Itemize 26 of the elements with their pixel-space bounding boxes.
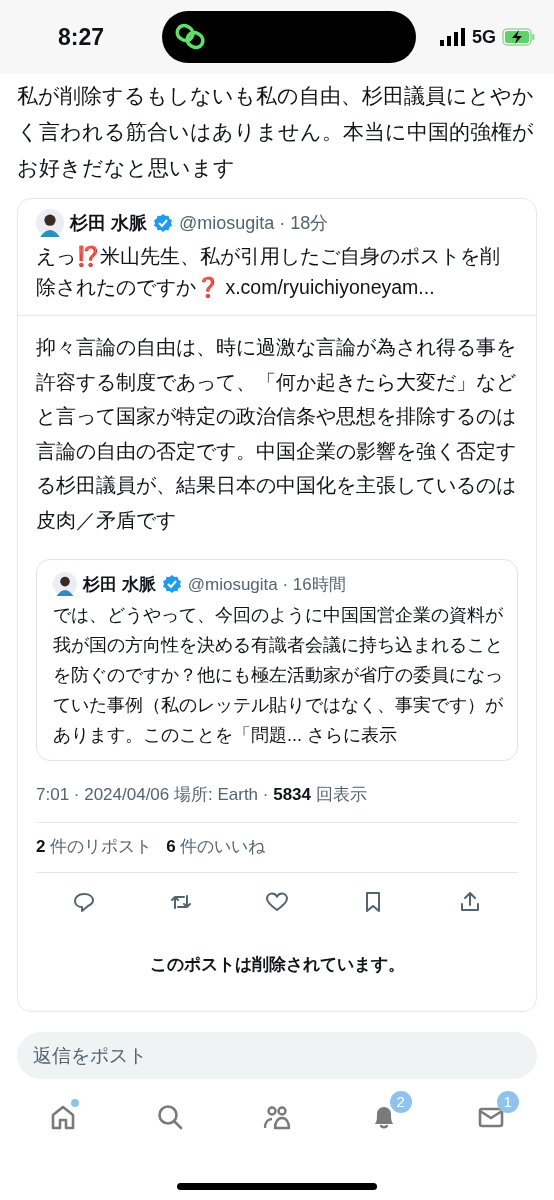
author-name[interactable]: 杉田 水脈 [70, 211, 147, 235]
post-meta: 7:01 · 2024/04/06 場所: Earth · 5834 回表示 [36, 761, 518, 823]
stat-count[interactable]: 6 件のいいね [166, 835, 266, 858]
author-handle: @miosugita · 18分 [179, 212, 329, 235]
quoted-text: では、どうやって、今回のように中国国営企業の資料が我が国の方向性を決める有識者会議に持ち込まれることを防ぐのですか？他にも極左活動家が省庁の委員になっていた事例（私のレッテル貼りではなく、事実です）があります。このことを「問題... さらに表示 [53, 604, 503, 747]
reply-field[interactable]: 返信をポスト [17, 1032, 537, 1079]
search-icon[interactable] [156, 1103, 185, 1131]
avatar [36, 209, 64, 237]
avatar [53, 572, 77, 596]
reply-text: 抑々言論の自由は、時に過激な言論が為され得る事を許容する制度であって、「何か起きたら大変だ」などと言って国家が特定の政治信条や思想を排除するのは言論の自由の否定です。中国企業の影響を強く否定する杉田議員が、結果日本の中国化を主張しているのは皮肉／矛盾です [36, 335, 517, 533]
show-more-link[interactable]: さらに表示 [307, 725, 397, 745]
link[interactable]: x.com/ryuichiyoneyam... [225, 276, 435, 298]
stat-count[interactable]: 2 件のリポスト [36, 835, 153, 858]
status-time: 8:27 [58, 23, 106, 51]
author-name[interactable]: 杉田 水脈 [83, 572, 156, 596]
network-label: 5G [471, 26, 496, 48]
quoted-post-card[interactable]: 杉田 水脈 @miosugita · 16時間 では、どうやって、今回のように中国国営企業の資料が我が国の方向性を決める有識者会議に持ち込まれることを防ぐのですか？他にも極左活動家が省庁の委員になっていた事例（私のレッテル貼りではなく、事実です）があります。このことを「問題... さらに表示 [36, 559, 518, 761]
deleted-notice: このポストは削除されています。 [148, 954, 406, 976]
post-text: 私が削除するもしないも私の自由、杉田議員にとやかく言われる筋合いはありません。本当に中国的強権がお好きだなと思います [16, 83, 535, 181]
count-badge: 2 [389, 1091, 412, 1113]
quoted-text: えっ⁉米山先生、私が引用したご自身のポストを削除されたのですか❓ x.com/ryuichiyoneyam... [36, 244, 501, 300]
author-handle: @miosugita · 16時間 [187, 573, 346, 596]
signal-icon [439, 28, 466, 46]
count-badge: 1 [496, 1091, 519, 1113]
people-icon[interactable] [263, 1103, 291, 1131]
link-icon [174, 22, 208, 52]
